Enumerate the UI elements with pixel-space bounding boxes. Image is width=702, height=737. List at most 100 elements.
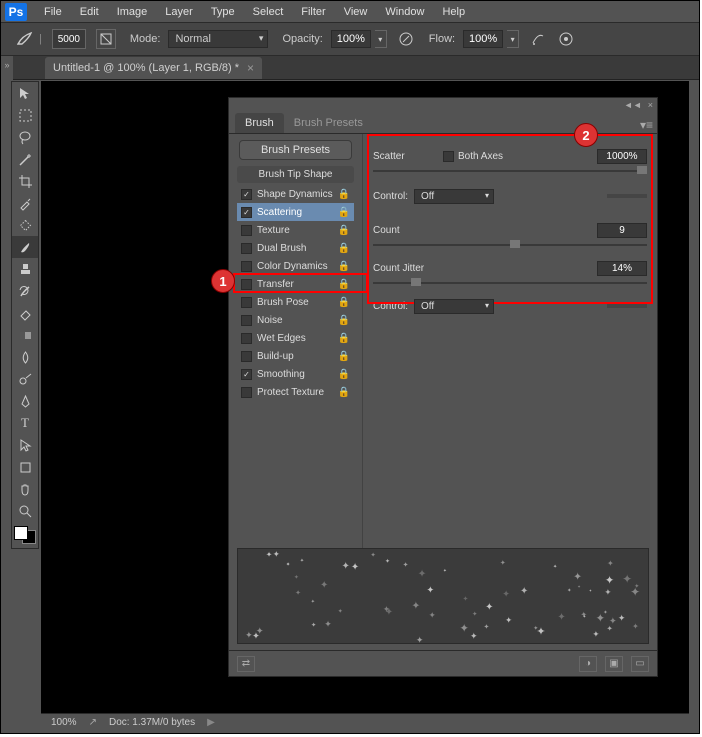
- menu-layer[interactable]: Layer: [156, 3, 202, 21]
- brush-setting-noise[interactable]: Noise 🔒: [237, 311, 354, 329]
- checkbox-icon[interactable]: ✓: [241, 207, 252, 218]
- panel-menu-icon[interactable]: ▾≡: [640, 118, 653, 132]
- pressure-size-icon[interactable]: [557, 30, 575, 48]
- type-tool[interactable]: T: [12, 412, 38, 434]
- lock-icon[interactable]: 🔒: [338, 333, 350, 344]
- color-swatch[interactable]: [14, 526, 36, 544]
- brush-tool[interactable]: [12, 236, 38, 258]
- lock-icon[interactable]: 🔒: [338, 387, 350, 398]
- opacity-dropdown-icon[interactable]: ▾: [375, 30, 387, 48]
- lock-icon[interactable]: 🔒: [338, 189, 350, 200]
- count-slider[interactable]: [373, 240, 647, 250]
- opacity-input[interactable]: 100%: [331, 30, 371, 48]
- checkbox-icon[interactable]: [241, 333, 252, 344]
- menu-edit[interactable]: Edit: [71, 3, 108, 21]
- options-bar: | 5000 Mode: Normal Opacity: 100% ▾ Flow…: [1, 22, 699, 56]
- checkbox-icon[interactable]: ✓: [241, 369, 252, 380]
- magic-wand-tool[interactable]: [12, 148, 38, 170]
- toggle-preview-lock-icon[interactable]: ⇄: [237, 656, 255, 672]
- checkbox-icon[interactable]: [241, 297, 252, 308]
- menu-file[interactable]: File: [35, 3, 71, 21]
- brush-tip-shape-header[interactable]: Brush Tip Shape: [237, 166, 354, 183]
- panel-collapse-icon[interactable]: ◄◄: [624, 100, 642, 110]
- control2-select[interactable]: Off: [414, 299, 494, 314]
- eyedropper-tool[interactable]: [12, 192, 38, 214]
- menu-view[interactable]: View: [335, 3, 377, 21]
- history-brush-tool[interactable]: [12, 280, 38, 302]
- brush-preview: ✦✦✦✦✦✦✦✦✦✦✦✦✦✦✦✦✦✦✦✦✦✦✦✦✦✦✦✦✦✦✦✦✦✦✦✦✦✦✦✦…: [237, 548, 649, 644]
- checkbox-icon[interactable]: [241, 243, 252, 254]
- lasso-tool[interactable]: [12, 126, 38, 148]
- checkbox-icon[interactable]: [241, 225, 252, 236]
- eraser-tool[interactable]: [12, 302, 38, 324]
- close-tab-icon[interactable]: ×: [247, 61, 254, 75]
- checkbox-icon[interactable]: [241, 315, 252, 326]
- brush-setting-label: Noise: [257, 315, 283, 326]
- tab-brush[interactable]: Brush: [235, 113, 284, 133]
- trash-icon[interactable]: ▭: [631, 656, 649, 672]
- brush-setting-label: Wet Edges: [257, 333, 306, 344]
- shape-tool[interactable]: [12, 456, 38, 478]
- brush-setting-wet-edges[interactable]: Wet Edges 🔒: [237, 329, 354, 347]
- lock-icon[interactable]: 🔒: [338, 297, 350, 308]
- export-icon[interactable]: ↗: [89, 717, 97, 728]
- flow-input[interactable]: 100%: [463, 30, 503, 48]
- lock-icon[interactable]: 🔒: [338, 243, 350, 254]
- toggle-live-preview-icon[interactable]: ◑: [579, 656, 597, 672]
- flow-dropdown-icon[interactable]: ▾: [507, 30, 519, 48]
- brush-setting-build-up[interactable]: Build-up🔒: [237, 347, 354, 365]
- tab-brush-presets[interactable]: Brush Presets: [284, 113, 373, 133]
- lock-icon[interactable]: 🔒: [338, 225, 350, 236]
- checkbox-icon[interactable]: [241, 351, 252, 362]
- brush-setting-dual-brush[interactable]: Dual Brush🔒: [237, 239, 354, 257]
- lock-icon[interactable]: 🔒: [338, 261, 350, 272]
- pressure-opacity-icon[interactable]: [397, 30, 415, 48]
- brush-setting-shape-dynamics[interactable]: ✓Shape Dynamics🔒: [237, 185, 354, 203]
- flow-label: Flow:: [429, 33, 455, 45]
- checkbox-icon[interactable]: ✓: [241, 189, 252, 200]
- brush-setting-texture[interactable]: Texture🔒: [237, 221, 354, 239]
- menu-help[interactable]: Help: [433, 3, 474, 21]
- brush-size-input[interactable]: 5000: [52, 29, 86, 49]
- count-jitter-slider[interactable]: [373, 278, 647, 288]
- blur-tool[interactable]: [12, 346, 38, 368]
- checkbox-icon[interactable]: [241, 261, 252, 272]
- menu-type[interactable]: Type: [202, 3, 244, 21]
- document-tab[interactable]: Untitled-1 @ 100% (Layer 1, RGB/8) * ×: [45, 57, 262, 79]
- path-select-tool[interactable]: [12, 434, 38, 456]
- menu-filter[interactable]: Filter: [292, 3, 334, 21]
- menu-window[interactable]: Window: [376, 3, 433, 21]
- dodge-tool[interactable]: [12, 368, 38, 390]
- brush-setting-label: Scattering: [257, 207, 302, 218]
- brush-setting-smoothing[interactable]: ✓Smoothing🔒: [237, 365, 354, 383]
- zoom-tool[interactable]: [12, 500, 38, 522]
- control1-select[interactable]: Off: [414, 189, 494, 204]
- lock-icon[interactable]: 🔒: [338, 369, 350, 380]
- healing-tool[interactable]: [12, 214, 38, 236]
- checkbox-icon[interactable]: [241, 387, 252, 398]
- mode-select[interactable]: Normal: [168, 30, 268, 48]
- brush-setting-scattering[interactable]: ✓ Scattering 🔒: [237, 203, 354, 221]
- gradient-tool[interactable]: [12, 324, 38, 346]
- lock-icon[interactable]: 🔒: [338, 207, 350, 218]
- menu-image[interactable]: Image: [108, 3, 157, 21]
- lock-icon[interactable]: 🔒: [338, 315, 350, 326]
- brush-setting-protect-texture[interactable]: Protect Texture🔒: [237, 383, 354, 401]
- scatter-slider[interactable]: [373, 166, 647, 176]
- brush-tool-icon[interactable]: [15, 29, 35, 49]
- stamp-tool[interactable]: [12, 258, 38, 280]
- lock-icon[interactable]: 🔒: [338, 351, 350, 362]
- move-tool[interactable]: [12, 82, 38, 104]
- menu-select[interactable]: Select: [244, 3, 293, 21]
- new-brush-icon[interactable]: ▣: [605, 656, 623, 672]
- airbrush-icon[interactable]: [529, 30, 547, 48]
- brush-setting-brush-pose[interactable]: Brush Pose🔒: [237, 293, 354, 311]
- panel-close-icon[interactable]: ×: [648, 100, 653, 110]
- marquee-tool[interactable]: [12, 104, 38, 126]
- brush-presets-button[interactable]: Brush Presets: [239, 140, 352, 160]
- pen-tool[interactable]: [12, 390, 38, 412]
- hand-tool[interactable]: [12, 478, 38, 500]
- crop-tool[interactable]: [12, 170, 38, 192]
- zoom-level[interactable]: 100%: [51, 717, 77, 728]
- brush-preset-toggle-icon[interactable]: [96, 29, 116, 49]
